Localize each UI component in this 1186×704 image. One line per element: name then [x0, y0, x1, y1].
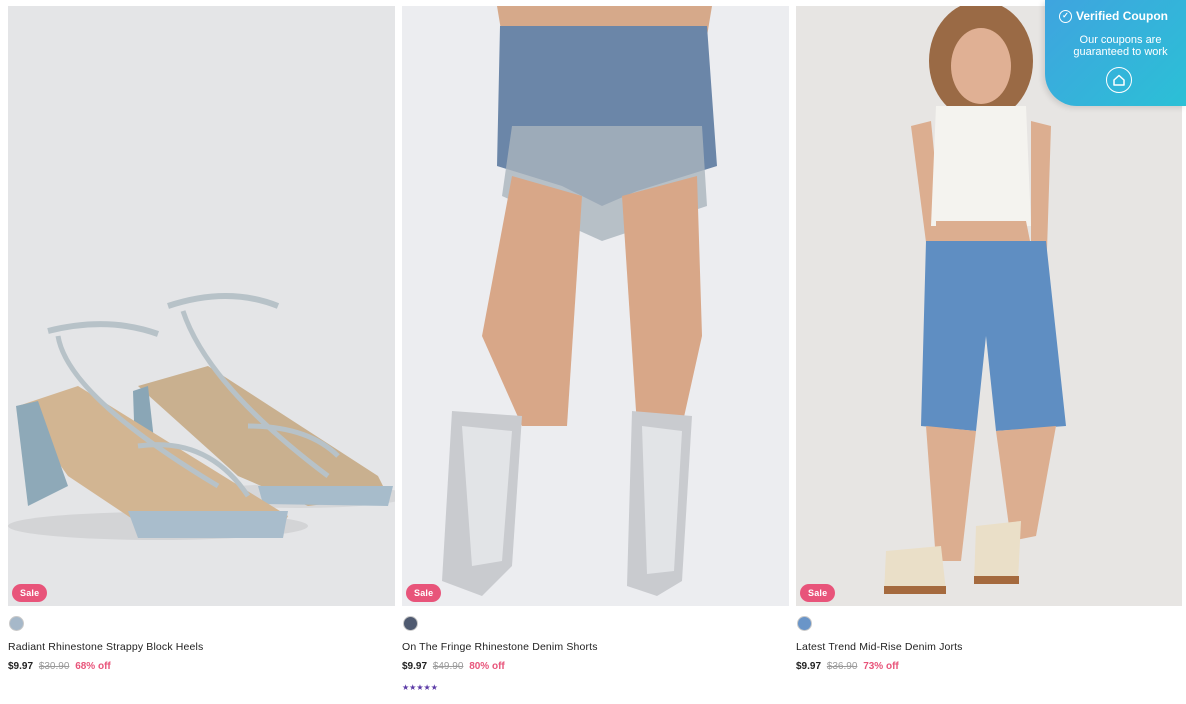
color-swatch[interactable] — [9, 616, 24, 631]
sale-price: $9.97 — [8, 661, 34, 672]
sale-price: $9.97 — [796, 661, 822, 672]
product-title[interactable]: Latest Trend Mid-Rise Denim Jorts — [796, 641, 963, 653]
sale-badge: Sale — [406, 584, 442, 602]
product-photo-heels — [8, 6, 395, 606]
product-image[interactable]: Sale — [402, 6, 789, 606]
coupon-message: Our coupons are guaranteed to work — [1073, 34, 1168, 58]
sale-badge: Sale — [12, 584, 48, 602]
discount-label: 80% off — [469, 661, 505, 672]
check-circle-icon: ✓ — [1059, 9, 1072, 23]
original-price: $49.90 — [432, 661, 464, 672]
coupon-header: ✓ Verified Coupon — [1059, 9, 1182, 23]
home-icon[interactable] — [1106, 67, 1132, 93]
product-title[interactable]: Radiant Rhinestone Strappy Block Heels — [8, 641, 203, 653]
color-swatch[interactable] — [403, 616, 418, 631]
price-row: $9.97 $49.90 80% off — [402, 661, 505, 672]
sale-badge: Sale — [800, 584, 836, 602]
discount-label: 73% off — [863, 661, 899, 672]
product-title[interactable]: On The Fringe Rhinestone Denim Shorts — [402, 641, 598, 653]
color-swatch[interactable] — [797, 616, 812, 631]
discount-label: 68% off — [75, 661, 111, 672]
price-row: $9.97 $30.90 68% off — [8, 661, 111, 672]
product-card[interactable]: Sale Radiant Rhinestone Strappy Block He… — [8, 6, 395, 672]
product-card[interactable]: Sale On The Fringe Rhinestone Denim Shor… — [402, 6, 789, 692]
product-grid: Sale Radiant Rhinestone Strappy Block He… — [0, 0, 1186, 704]
original-price: $36.90 — [826, 661, 858, 672]
rating-stars: ★★★★★ — [402, 683, 438, 692]
original-price: $30.90 — [38, 661, 70, 672]
coupon-title: Verified Coupon — [1076, 9, 1169, 23]
price-row: $9.97 $36.90 73% off — [796, 661, 899, 672]
product-image[interactable]: Sale — [8, 6, 395, 606]
sale-price: $9.97 — [402, 661, 428, 672]
verified-coupon-widget[interactable]: ✓ Verified Coupon Our coupons are guaran… — [1045, 0, 1186, 106]
product-photo-shorts — [402, 6, 789, 606]
